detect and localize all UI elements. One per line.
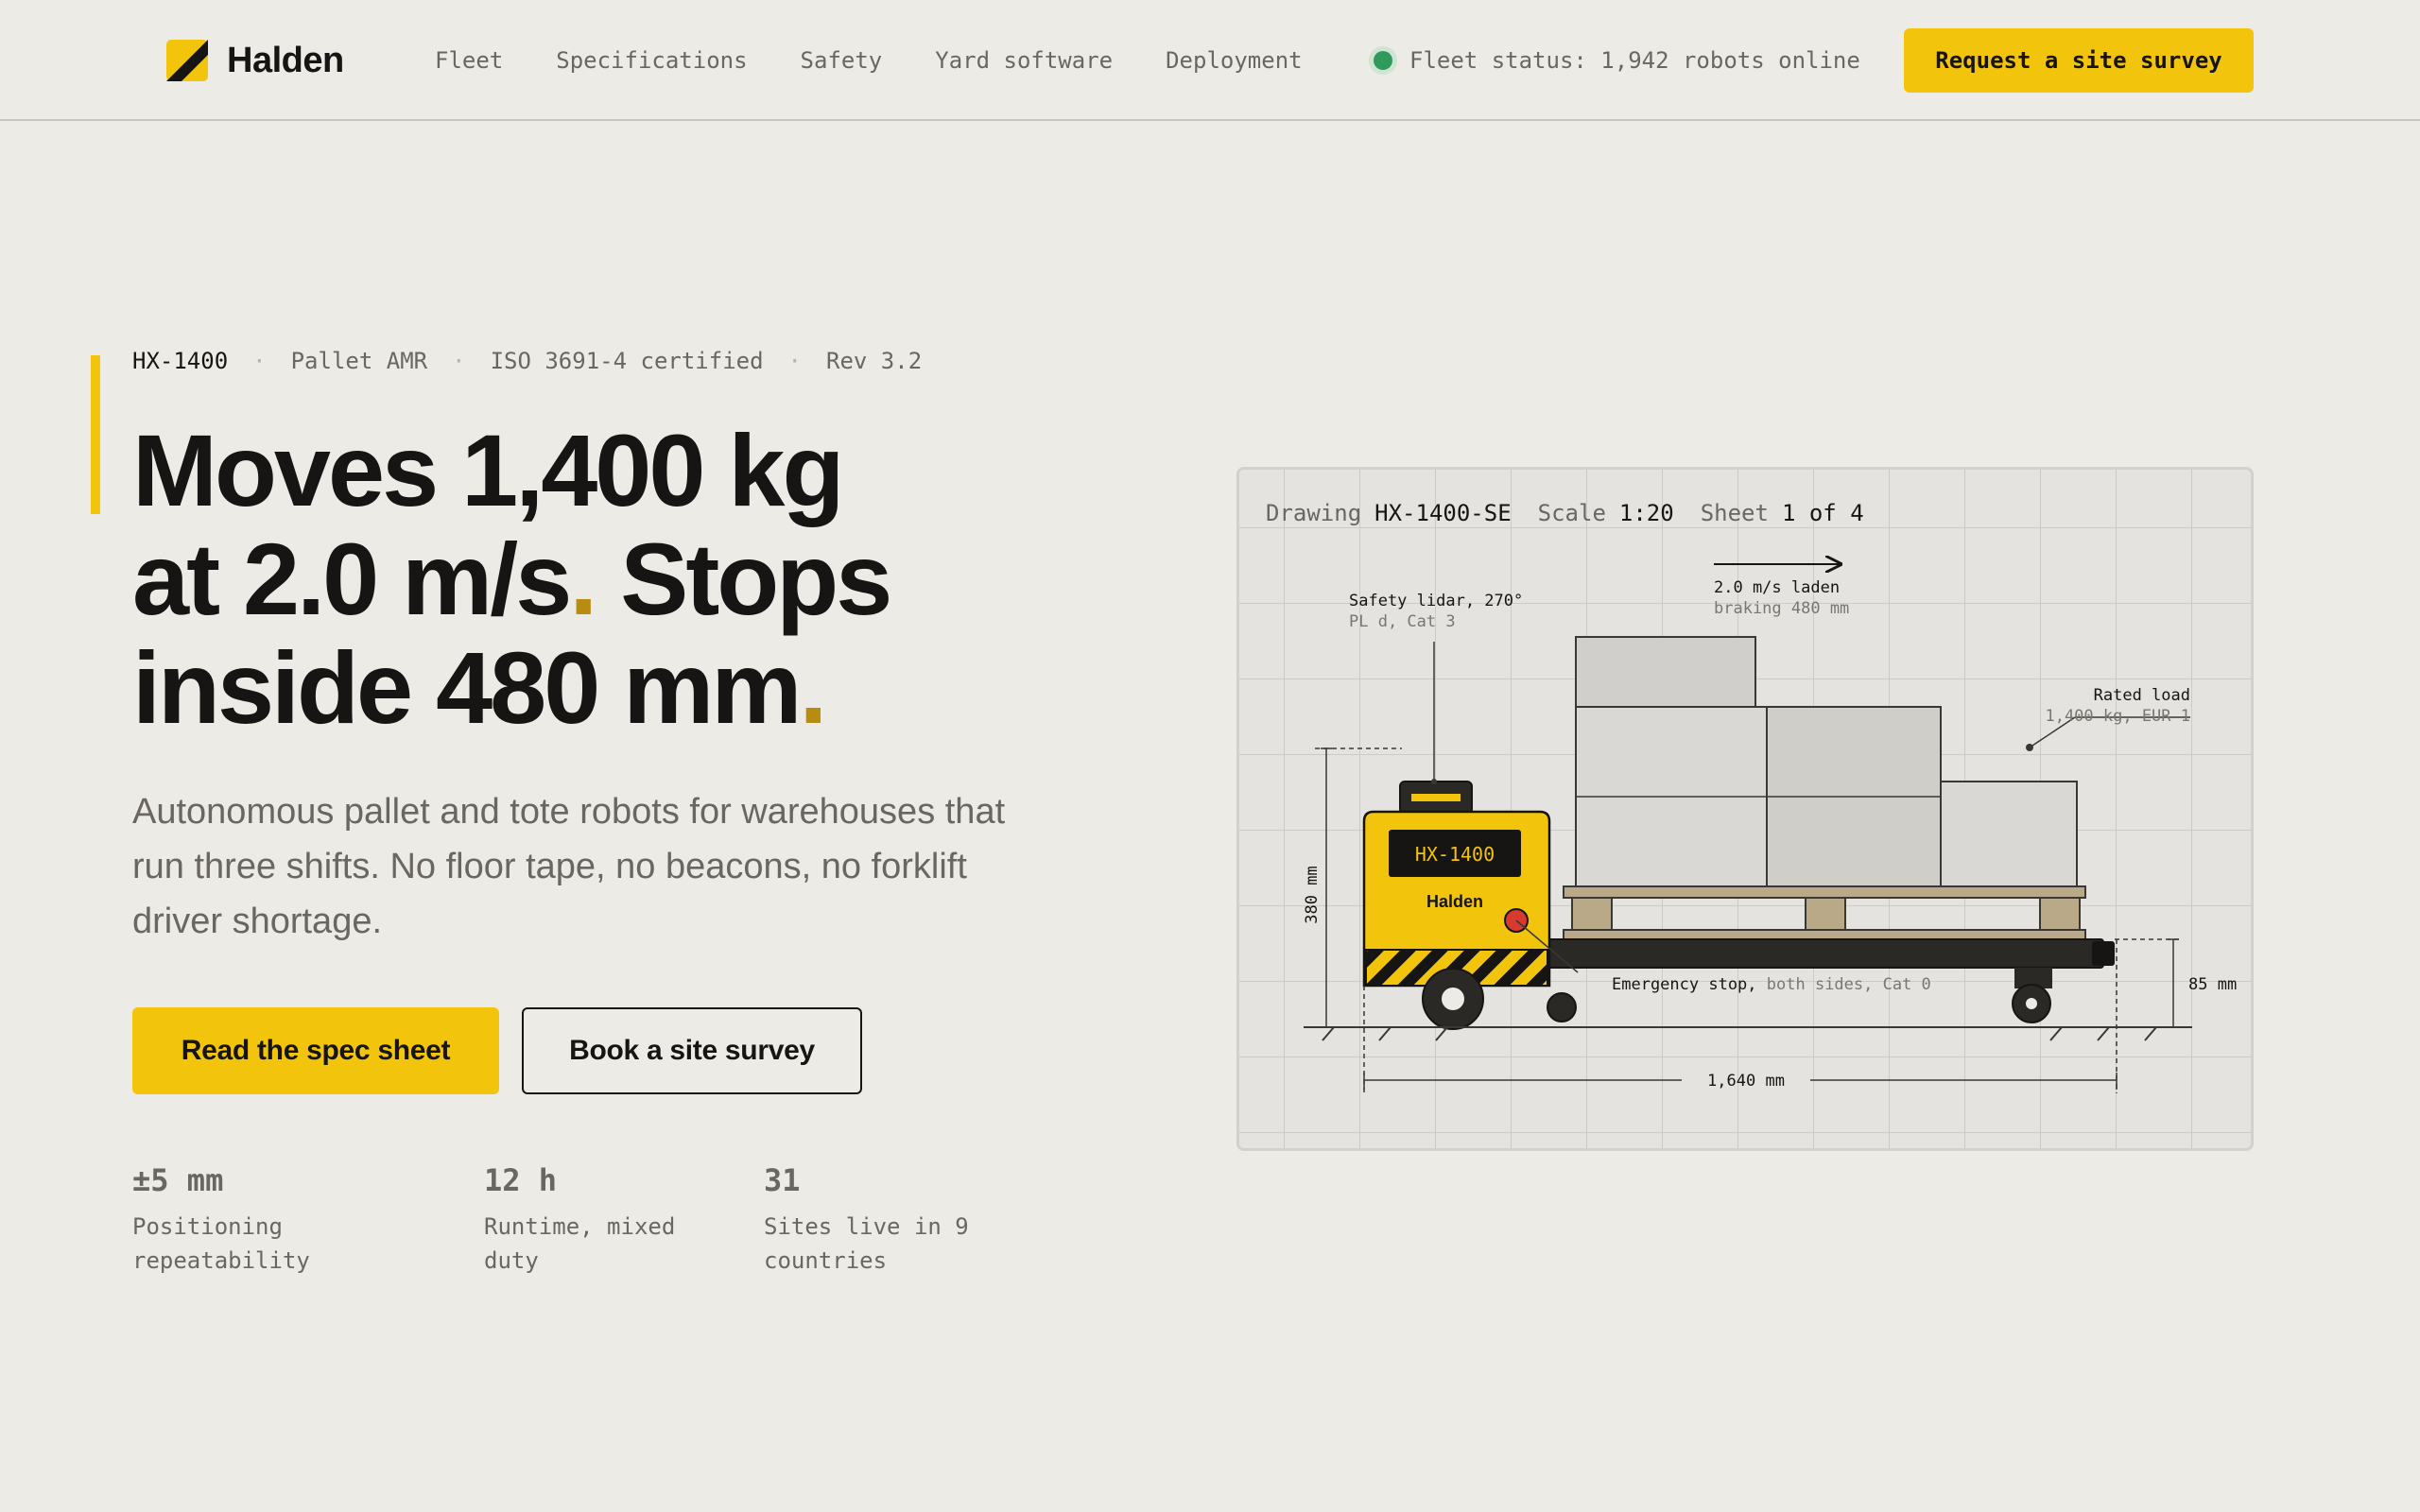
hero-accent-bar xyxy=(91,355,100,514)
nav-item-safety[interactable]: Safety xyxy=(801,47,883,74)
body-model-label: HX-1400 xyxy=(1415,843,1495,866)
brand-name: Halden xyxy=(227,40,344,80)
main-nav: Fleet Specifications Safety Yard softwar… xyxy=(435,38,1356,83)
estop-callout-title: Emergency stop, xyxy=(1612,975,1757,994)
height-dimension-label: 380 mm xyxy=(1303,866,1322,923)
site-header: Halden Fleet Specifications Safety Yard … xyxy=(0,0,2420,121)
meta-separator: · xyxy=(252,348,267,374)
read-spec-sheet-button[interactable]: Read the spec sheet xyxy=(132,1007,499,1094)
nav-item-yard-software[interactable]: Yard software xyxy=(935,47,1113,74)
load-callout-title: Rated load xyxy=(2093,686,2190,705)
stat-label: Positioning repeatability xyxy=(132,1213,310,1274)
headline-dot: . xyxy=(799,630,827,745)
stat-value: 12 h xyxy=(484,1162,558,1198)
lidar-callout: Safety lidar, 270° PL d, Cat 3 xyxy=(1349,591,1523,632)
lidar-callout-sub: PL d, Cat 3 xyxy=(1349,612,1456,631)
book-site-survey-button[interactable]: Book a site survey xyxy=(522,1007,862,1094)
stat-label: Runtime, mixed duty xyxy=(484,1213,676,1274)
stat-value: 31 xyxy=(764,1162,801,1198)
drawing-sheet: 1 of 4 xyxy=(1781,500,1864,526)
nav-item-specifications[interactable]: Specifications xyxy=(556,47,747,74)
drawing-id: HX-1400-SE xyxy=(1374,500,1512,526)
speed-callout: 2.0 m/s laden braking 480 mm xyxy=(1714,577,1849,619)
stat-runtime: 12 h Runtime, mixed duty xyxy=(484,1160,720,1278)
hero-subcopy: Autonomous pallet and tote robots for wa… xyxy=(132,792,1006,941)
headline-stops: Stops xyxy=(595,522,892,636)
brand-logo[interactable]: Halden xyxy=(166,39,344,82)
lidar-window xyxy=(1411,794,1461,801)
headline-line-3: inside 480 mm. xyxy=(132,633,1078,742)
meta-model: HX-1400 xyxy=(132,348,229,374)
drawing-title-block: Drawing HX-1400-SE Scale 1:20 Sheet 1 of… xyxy=(1266,496,1891,530)
meta-type: Pallet AMR xyxy=(290,348,428,374)
load-callout: Rated load 1,400 kg, EUR 1 xyxy=(2031,685,2190,727)
scale-label: Scale xyxy=(1537,500,1606,526)
meta-cert: ISO 3691-4 certified xyxy=(490,348,764,374)
estop-callout-sub: both sides, Cat 0 xyxy=(1766,975,1931,994)
drive-wheel-hub xyxy=(1442,988,1464,1010)
drawing-id-label: Drawing xyxy=(1266,500,1362,526)
stat-sites: 31 Sites live in 9 countries xyxy=(764,1160,1000,1278)
clearance-dimension-label: 85 mm xyxy=(2188,975,2237,994)
headline-line-1: Moves 1,400 kg xyxy=(132,413,844,527)
fork-bumper xyxy=(2092,941,2115,966)
fork-chassis xyxy=(1543,938,2104,969)
caster-wheel xyxy=(1547,992,1577,1022)
fleet-status: Fleet status: 1,942 robots online xyxy=(1374,42,1860,79)
nav-item-deployment[interactable]: Deployment xyxy=(1166,47,1303,74)
headline-speed: at 2.0 m/s xyxy=(132,522,572,636)
drawing-scale: 1:20 xyxy=(1618,500,1674,526)
headline-dot: . xyxy=(569,522,597,636)
fleet-status-text: Fleet status: 1,942 robots online xyxy=(1409,47,1860,74)
product-meta: HX-1400 · Pallet AMR · ISO 3691-4 certif… xyxy=(132,344,922,378)
stat-repeatability: ±5 mm Positioning repeatability xyxy=(132,1160,350,1278)
hero-headline: Moves 1,400 kg at 2.0 m/s. Stops inside … xyxy=(132,416,1078,742)
stat-value: ±5 mm xyxy=(132,1162,224,1198)
request-site-survey-button[interactable]: Request a site survey xyxy=(1904,28,2254,93)
load-callout-sub: 1,400 kg, EUR 1 xyxy=(2045,707,2190,726)
meta-rev: Rev 3.2 xyxy=(826,348,923,374)
headline-line-2: at 2.0 m/s. Stops xyxy=(132,524,1078,633)
meta-separator: · xyxy=(452,348,466,374)
length-dimension-label: 1,640 mm xyxy=(1707,1072,1785,1091)
sheet-label: Sheet xyxy=(1700,500,1769,526)
speed-callout-sub: braking 480 mm xyxy=(1714,599,1850,618)
halden-logo-icon xyxy=(166,40,208,81)
headline-distance: inside 480 mm xyxy=(132,630,802,745)
drawing-canvas: HX-1400 Halden 380 mm 1,640 mm 85 mm xyxy=(1239,470,2251,1148)
meta-separator: · xyxy=(787,348,802,374)
status-online-icon xyxy=(1374,51,1392,70)
nav-item-fleet[interactable]: Fleet xyxy=(435,47,503,74)
stat-label: Sites live in 9 countries xyxy=(764,1213,969,1274)
technical-drawing: HX-1400 Halden 380 mm 1,640 mm 85 mm Dra… xyxy=(1236,467,2254,1151)
body-brand-label: Halden xyxy=(1426,892,1483,911)
estop-callout: Emergency stop, both sides, Cat 0 xyxy=(1612,974,1931,995)
lidar-callout-title: Safety lidar, 270° xyxy=(1349,592,1524,610)
rear-wheel-hub xyxy=(2026,998,2037,1009)
speed-callout-title: 2.0 m/s laden xyxy=(1714,578,1841,597)
